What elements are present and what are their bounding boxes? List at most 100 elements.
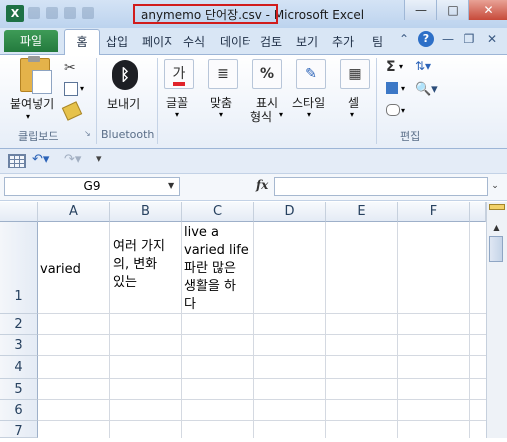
font-button[interactable]: 글꼴 <box>166 94 188 111</box>
tab-page-layout[interactable]: 페이지 <box>142 33 172 50</box>
styles-button[interactable]: 스타일 <box>292 94 325 111</box>
styles-icon[interactable]: ✎ <box>296 59 326 89</box>
cell-c1[interactable]: live a varied life 파란 많은 생활을 하 다 <box>184 224 254 314</box>
select-all-corner[interactable] <box>0 202 38 222</box>
styles-dropdown-icon[interactable]: ▾ <box>307 110 311 119</box>
tab-view[interactable]: 보기 <box>296 33 318 50</box>
gridline <box>38 313 486 314</box>
paste-dropdown-icon[interactable]: ▾ <box>26 112 30 121</box>
doc-restore-icon[interactable]: ❐ <box>461 31 477 47</box>
row-header[interactable]: 4 <box>0 356 38 379</box>
find-select-icon[interactable]: 🔍▾ <box>415 82 438 97</box>
row-header[interactable]: 6 <box>0 400 38 421</box>
group-label-clipboard: 클립보드 <box>18 130 59 143</box>
gridline <box>181 222 182 438</box>
column-header[interactable]: A <box>38 202 110 222</box>
minimize-button[interactable]: — <box>404 0 437 20</box>
split-box[interactable] <box>489 204 505 210</box>
help-icon[interactable]: ? <box>418 31 434 47</box>
cell-c1-line: varied life <box>184 243 249 258</box>
gridline <box>38 334 486 335</box>
tab-insert[interactable]: 삽입 <box>106 33 128 50</box>
percent-icon[interactable]: % <box>252 59 282 89</box>
row-header[interactable]: 2 <box>0 314 38 335</box>
font-dropdown-icon[interactable]: ▾ <box>175 110 179 119</box>
tab-file[interactable]: 파일 <box>4 30 58 52</box>
minimize-ribbon-icon[interactable]: ⌃ <box>396 31 412 47</box>
row-header[interactable]: 3 <box>0 335 38 356</box>
group-divider <box>96 58 97 144</box>
tab-team[interactable]: 팀 <box>372 33 383 50</box>
formula-input[interactable] <box>274 177 488 196</box>
cell-c1-line: 다 <box>184 297 196 312</box>
bluetooth-send-button[interactable]: 보내기 <box>107 95 140 112</box>
gridline <box>325 222 326 438</box>
tab-add-ins[interactable]: 추가 <box>332 33 354 50</box>
gridline <box>109 222 110 438</box>
alignment-icon[interactable]: ≣ <box>208 59 238 89</box>
alignment-button[interactable]: 맞춤 <box>210 94 232 111</box>
clear-icon[interactable] <box>386 104 400 116</box>
undo-icon[interactable]: ↶▾ <box>32 152 49 167</box>
alignment-dropdown-icon[interactable]: ▾ <box>219 110 223 119</box>
cells-dropdown-icon[interactable]: ▾ <box>350 110 354 119</box>
row-header[interactable]: 1 <box>0 222 38 314</box>
scrollbar-thumb[interactable] <box>489 236 503 262</box>
insert-function-button[interactable]: fx <box>256 178 268 192</box>
excel-app-icon[interactable]: X <box>6 5 24 22</box>
cell-c1-line: live a <box>184 225 220 240</box>
gridline <box>38 378 486 379</box>
group-divider <box>157 58 158 144</box>
copy-dropdown-icon[interactable]: ▾ <box>80 84 84 93</box>
cell-a1[interactable]: varied <box>40 261 81 279</box>
font-icon[interactable]: 가 <box>164 59 194 89</box>
cells-icon[interactable]: ▦ <box>340 59 370 89</box>
tab-data[interactable]: 데이터 <box>220 33 250 50</box>
paste-button[interactable]: 붙여넣기 <box>10 95 54 112</box>
cut-icon[interactable]: ✂ <box>64 60 76 76</box>
row-header[interactable]: 7 <box>0 421 38 439</box>
column-header[interactable]: D <box>254 202 326 222</box>
gridline <box>397 222 398 438</box>
column-header-partial[interactable] <box>470 202 486 222</box>
maximize-button[interactable]: □ <box>436 0 469 20</box>
tab-review[interactable]: 검토 <box>260 33 282 50</box>
gridline <box>38 399 486 400</box>
row-header[interactable]: 5 <box>0 379 38 400</box>
sort-filter-icon[interactable]: ⇅▾ <box>415 59 431 73</box>
name-box[interactable]: G9 <box>4 177 180 196</box>
cells-button[interactable]: 셀 <box>348 94 359 111</box>
column-header[interactable]: B <box>110 202 182 222</box>
close-button[interactable]: ✕ <box>468 0 507 20</box>
title-quick-access-toolbar[interactable] <box>28 7 128 21</box>
customize-qat-icon[interactable]: ▾ <box>96 152 102 165</box>
clipboard-launcher-icon[interactable]: ↘ <box>84 129 91 138</box>
tab-home[interactable]: 홈 <box>64 29 100 56</box>
scroll-up-icon[interactable]: ▲ <box>489 222 504 234</box>
autosum-dropdown-icon[interactable]: ▾ <box>399 62 403 71</box>
bluetooth-icon[interactable]: ᛒ <box>112 60 138 90</box>
column-header[interactable]: E <box>326 202 398 222</box>
doc-close-icon[interactable]: ✕ <box>484 31 500 47</box>
paste-sheet-icon <box>32 70 52 94</box>
column-header[interactable]: F <box>398 202 470 222</box>
cell-b1-line: 있는 <box>113 275 137 290</box>
doc-minimize-icon[interactable]: — <box>440 31 456 47</box>
clear-dropdown-icon[interactable]: ▾ <box>401 106 405 115</box>
redo-icon[interactable]: ↷▾ <box>64 152 81 167</box>
column-header[interactable]: C <box>182 202 254 222</box>
tab-formulas[interactable]: 수식 <box>183 33 205 50</box>
number-dropdown-icon[interactable]: ▾ <box>279 110 283 119</box>
expand-formula-bar-icon[interactable]: ⌄ <box>488 177 502 196</box>
cell-b1[interactable]: 여러 가지 의, 변화 있는 <box>113 238 181 292</box>
cell-b1-line: 의, 변화 <box>113 257 158 272</box>
cell-c1-line: 생활을 하 <box>184 279 236 294</box>
group-label-bluetooth: Bluetooth <box>101 128 155 141</box>
fill-dropdown-icon[interactable]: ▾ <box>401 84 405 93</box>
autosum-icon[interactable]: Σ <box>386 59 396 75</box>
name-box-dropdown-icon[interactable]: ▼ <box>168 181 174 190</box>
fill-icon[interactable] <box>386 82 398 94</box>
title-highlight-box <box>133 4 278 24</box>
copy-icon[interactable] <box>64 82 78 96</box>
form-grid-icon[interactable] <box>8 154 26 168</box>
